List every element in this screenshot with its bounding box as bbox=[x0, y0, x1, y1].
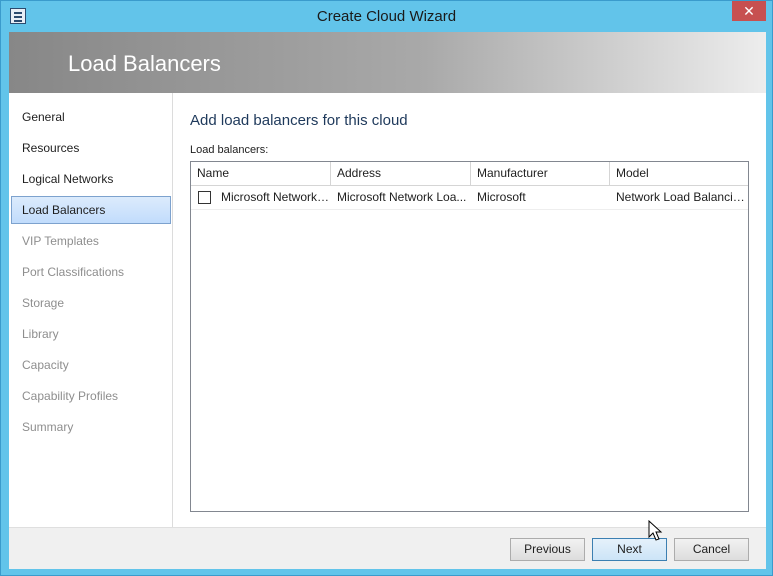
cancel-button[interactable]: Cancel bbox=[674, 538, 749, 561]
column-header-name[interactable]: Name bbox=[191, 162, 331, 185]
nav-item-port-classifications: Port Classifications bbox=[22, 265, 125, 279]
nav-item-vip-templates: VIP Templates bbox=[22, 234, 99, 248]
column-header-model[interactable]: Model bbox=[610, 162, 748, 185]
column-header-address[interactable]: Address bbox=[331, 162, 471, 185]
previous-button[interactable]: Previous bbox=[510, 538, 585, 561]
table-row[interactable]: Microsoft Network Lo Microsoft Network L… bbox=[191, 186, 748, 210]
nav-item-logical-networks[interactable]: Logical Networks bbox=[11, 165, 171, 193]
cell-address: Microsoft Network Loa... bbox=[337, 190, 467, 204]
close-icon: ✕ bbox=[743, 3, 755, 19]
cell-name: Microsoft Network Lo bbox=[221, 190, 331, 204]
nav-item-library: Library bbox=[22, 327, 59, 341]
nav-item-resources[interactable]: Resources bbox=[11, 134, 171, 162]
nav-item-storage: Storage bbox=[22, 296, 65, 310]
step-content: Add load balancers for this cloud Load b… bbox=[174, 93, 766, 527]
step-heading: Add load balancers for this cloud bbox=[190, 112, 408, 129]
load-balancers-label: Load balancers: bbox=[190, 144, 269, 156]
wizard-client-area: Load Balancers General Resources Logical… bbox=[9, 32, 766, 569]
nav-item-summary: Summary bbox=[22, 420, 74, 434]
mouse-cursor-icon bbox=[648, 520, 663, 541]
nav-item-capability-profiles: Capability Profiles bbox=[22, 389, 119, 403]
nav-item-general[interactable]: General bbox=[11, 103, 171, 131]
load-balancers-grid[interactable]: Name Address Manufacturer Model Microsof… bbox=[190, 161, 749, 512]
grid-header: Name Address Manufacturer Model bbox=[191, 162, 748, 186]
window-title: Create Cloud Wizard bbox=[316, 8, 457, 25]
cell-manufacturer: Microsoft bbox=[477, 190, 526, 204]
column-header-manufacturer[interactable]: Manufacturer bbox=[471, 162, 610, 185]
nav-item-capacity: Capacity bbox=[22, 358, 69, 372]
nav-item-load-balancers[interactable]: Load Balancers bbox=[11, 196, 171, 224]
row-checkbox[interactable] bbox=[198, 191, 211, 204]
wizard-window: Create Cloud Wizard ✕ Load Balancers Gen… bbox=[0, 0, 773, 576]
title-bar[interactable]: Create Cloud Wizard ✕ bbox=[1, 1, 772, 32]
wizard-steps-nav: General Resources Logical Networks Load … bbox=[9, 93, 173, 569]
cell-model: Network Load Balancin... bbox=[616, 190, 748, 204]
close-button[interactable]: ✕ bbox=[732, 1, 766, 21]
page-title: Load Balancers bbox=[68, 51, 221, 76]
page-banner: Load Balancers bbox=[9, 32, 766, 93]
